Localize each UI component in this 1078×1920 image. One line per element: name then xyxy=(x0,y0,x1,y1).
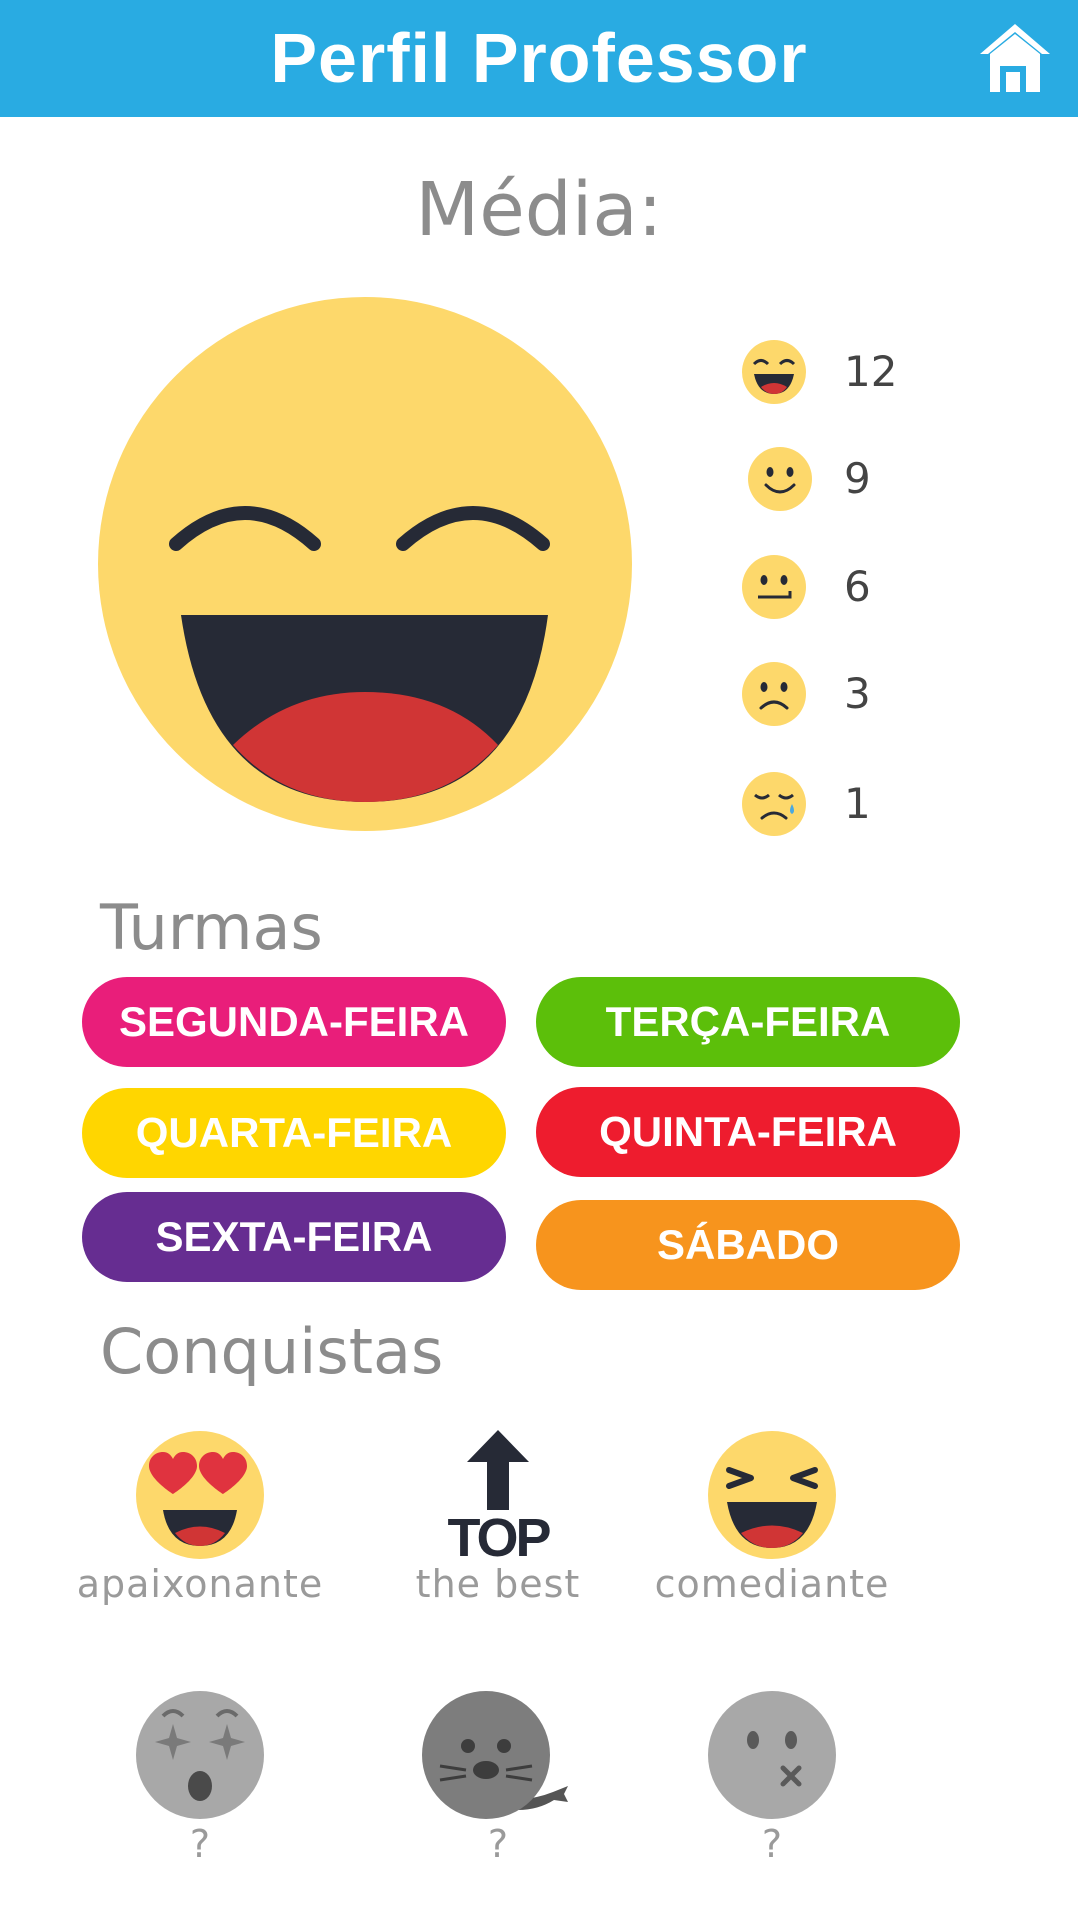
achievement-comediante[interactable]: comediante xyxy=(622,1430,922,1650)
rating-row-neutral: 6 xyxy=(740,553,960,633)
achievement-the-best[interactable]: TOP the best xyxy=(348,1430,648,1650)
frowning-face-icon xyxy=(742,662,806,726)
rating-row-crying: 1 xyxy=(740,770,960,850)
top-badge-text: TOP xyxy=(447,1508,550,1560)
classes-title: Turmas xyxy=(100,891,323,964)
zipped-mouth-face-icon xyxy=(708,1691,836,1819)
squinting-laugh-face-icon xyxy=(708,1431,836,1559)
class-button-sexta[interactable]: SEXTA-FEIRA xyxy=(82,1192,506,1282)
home-button[interactable] xyxy=(976,20,1054,98)
rating-count: 12 xyxy=(844,347,898,396)
grinning-face-icon xyxy=(742,340,806,404)
achievement-apaixonante[interactable]: apaixonante xyxy=(50,1430,350,1650)
achievement-label: ? xyxy=(487,1822,509,1866)
average-title: Média: xyxy=(415,167,663,253)
achievement-label: apaixonante xyxy=(76,1562,324,1606)
page-title: Perfil Professor xyxy=(270,19,808,97)
laughing-face-icon xyxy=(98,297,632,831)
achievements-title: Conquistas xyxy=(100,1315,444,1388)
achievement-label: comediante xyxy=(654,1562,890,1606)
achievement-label: the best xyxy=(415,1562,581,1606)
rating-count: 1 xyxy=(844,779,871,828)
achievement-locked-3[interactable]: ? xyxy=(622,1690,922,1910)
heart-eyes-face-icon xyxy=(136,1431,264,1559)
class-button-quinta[interactable]: QUINTA-FEIRA xyxy=(536,1087,960,1177)
achievement-label: ? xyxy=(189,1822,211,1866)
star-struck-face-icon xyxy=(136,1691,264,1819)
achievement-label: ? xyxy=(761,1822,783,1866)
class-button-quarta[interactable]: QUARTA-FEIRA xyxy=(82,1088,506,1178)
rating-row-frowning: 3 xyxy=(740,660,960,740)
class-button-sabado[interactable]: SÁBADO xyxy=(536,1200,960,1290)
top-arrow-icon: TOP xyxy=(447,1430,553,1560)
class-button-segunda[interactable]: SEGUNDA-FEIRA xyxy=(82,977,506,1067)
class-button-terca[interactable]: TERÇA-FEIRA xyxy=(536,977,960,1067)
rating-row-grinning: 12 xyxy=(740,338,960,418)
seal-icon xyxy=(422,1691,568,1819)
rating-row-smiling: 9 xyxy=(740,445,960,525)
home-icon xyxy=(980,24,1050,92)
app-header: Perfil Professor xyxy=(0,0,1078,117)
achievement-locked-2[interactable]: ? xyxy=(348,1690,648,1910)
achievement-locked-1[interactable]: ? xyxy=(50,1690,350,1910)
rating-count: 6 xyxy=(844,562,871,611)
neutral-face-icon xyxy=(742,555,806,619)
crying-face-icon xyxy=(742,772,806,836)
smiling-face-icon xyxy=(748,447,812,511)
rating-count: 9 xyxy=(844,454,871,503)
rating-count: 3 xyxy=(844,669,871,718)
